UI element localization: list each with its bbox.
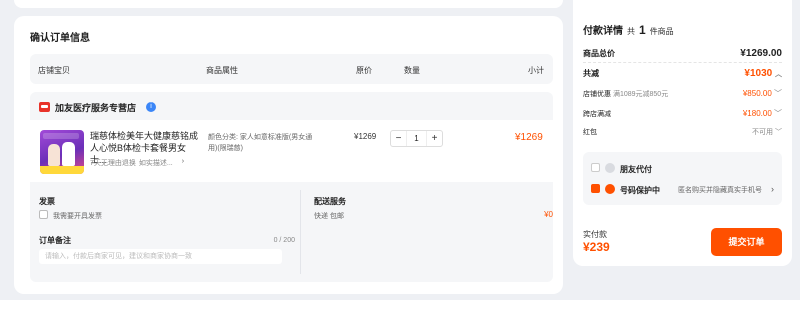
header-attributes: 商品属性 (206, 66, 238, 75)
increase-quantity-button[interactable]: + (427, 131, 442, 146)
shop-header[interactable]: 加友医疗服务专营店 i (39, 100, 157, 114)
service-tag-more: 如实描述... (138, 160, 173, 167)
delivery-price: ¥0 (544, 210, 553, 219)
red-packet-value: 不可用 ﹀ (752, 129, 782, 136)
invoice-option-label[interactable]: 我需要开具发票 (53, 211, 102, 221)
header-quantity: 数量 (404, 66, 420, 75)
product-image-person (62, 142, 75, 166)
divider (300, 190, 301, 274)
friend-pay-label[interactable]: 朋友代付 (620, 164, 652, 175)
payment-options: 朋友代付 号码保护中 匿名购买并隐藏真实手机号 › (583, 152, 782, 205)
payment-summary-panel: 付款详情 共 1 件商品 商品总价 ¥1269.00 共减 ¥1030 ︿ 店铺… (573, 0, 792, 266)
product-image[interactable] (40, 130, 84, 174)
shop-discount-value: ¥850.00 ﹀ (742, 89, 782, 98)
item-count-suffix: 件商品 (649, 27, 674, 36)
order-note-input[interactable]: 请输入，付款后商家可见，建议和商家协商一致 (39, 249, 282, 264)
chevron-up-icon: ︿ (775, 71, 782, 78)
invoice-note-section: 发票 我需要开具发票 订单备注 0 / 200 请输入，付款后商家可见，建议和商… (30, 190, 295, 282)
delivery-section: 配送服务 快递 包邮 ¥0 (305, 190, 553, 282)
order-card: 确认订单信息 店铺宝贝 商品属性 原价 数量 小计 加友医疗服务专营店 i 瑞慈… (14, 16, 563, 294)
header-subtotal: 小计 (528, 66, 544, 75)
chevron-right-icon: › (181, 158, 185, 165)
shield-icon (605, 184, 615, 194)
divider (583, 62, 782, 63)
item-count-prefix: 共 (627, 27, 635, 36)
quantity-input[interactable]: 1 (406, 131, 427, 146)
note-char-count: 0 / 200 (273, 237, 295, 244)
cross-shop-discount-value: ¥180.00 ﹀ (742, 109, 782, 118)
header-original-price: 原价 (356, 66, 372, 75)
chevron-right-icon[interactable]: › (771, 184, 774, 194)
product-image-person (48, 144, 60, 166)
total-price-label: 商品总价 (583, 49, 615, 58)
invoice-checkbox[interactable] (39, 210, 48, 219)
product-image-tag (40, 166, 84, 174)
discount-total-value: ¥1030 ︿ (744, 68, 782, 79)
note-title: 订单备注 (39, 236, 71, 245)
cross-shop-discount-label: 跨店满减 (583, 110, 611, 118)
friend-pay-checkbox[interactable] (591, 163, 600, 172)
pay-label: 实付款 (583, 230, 607, 239)
shop-discount-note: 满1089元减850元 (612, 90, 669, 98)
discount-total-row[interactable]: 共减 ¥1030 ︿ (583, 68, 782, 79)
delivery-title: 配送服务 (314, 197, 346, 206)
order-title: 确认订单信息 (30, 33, 90, 44)
privacy-label[interactable]: 号码保护中 (620, 185, 660, 196)
quantity-stepper: − 1 + (390, 130, 443, 147)
original-price: ¥1269 (354, 132, 377, 141)
privacy-checkbox[interactable] (591, 184, 600, 193)
total-price-value: ¥1269.00 (740, 48, 782, 59)
chevron-down-icon: ﹀ (774, 89, 782, 98)
chevron-down-icon: ﹀ (775, 129, 782, 136)
invoice-title: 发票 (39, 197, 55, 206)
shop-info-icon[interactable]: i (146, 102, 157, 112)
product-image-header (43, 133, 79, 139)
red-packet-label: 红包 (583, 129, 597, 136)
shop-discount-label: 店铺优惠 满1089元减850元 (583, 90, 669, 98)
service-tag: 7天无理由退换 (90, 160, 136, 167)
shop-block: 加友医疗服务专营店 i 瑞慈体检美年大健康慈铭成人心悦B体检卡套餐男女士... … (30, 92, 553, 282)
delivery-method: 快递 包邮 (314, 213, 344, 220)
summary-title: 付款详情 (583, 26, 623, 37)
footer-area (0, 300, 800, 335)
chevron-down-icon: ﹀ (774, 109, 782, 118)
shop-discount-row[interactable]: 店铺优惠 满1089元减850元 ¥850.00 ﹀ (583, 88, 782, 99)
discount-total-label: 共减 (583, 69, 599, 78)
item-subtotal: ¥1269 (515, 132, 543, 143)
item-count: 1 (639, 23, 646, 37)
decrease-quantity-button[interactable]: − (391, 131, 406, 146)
product-attributes: 颜色分类: 家人如意标准版(男女通用)(限瑞慈) (208, 134, 313, 152)
store-icon (39, 102, 50, 112)
submit-order-button[interactable]: 提交订单 (711, 228, 782, 256)
privacy-description[interactable]: 匿名购买并隐藏真实手机号 (678, 185, 762, 195)
red-packet-row[interactable]: 红包 不可用 ﹀ (583, 127, 782, 137)
service-tags[interactable]: 7天无理由退换 如实描述... › (90, 158, 184, 168)
order-item: 瑞慈体检美年大健康慈铭成人心悦B体检卡套餐男女士... 7天无理由退换 如实描述… (30, 120, 553, 182)
summary-header: 付款详情 共 1 件商品 (583, 22, 674, 37)
table-header: 店铺宝贝 商品属性 原价 数量 小计 (30, 54, 553, 84)
pay-amount: ¥239 (583, 240, 610, 254)
total-price-row: 商品总价 ¥1269.00 (583, 48, 782, 59)
friend-pay-icon (605, 163, 615, 173)
shop-name[interactable]: 加友医疗服务专营店 (55, 101, 136, 114)
header-shop-item: 店铺宝贝 (38, 66, 70, 75)
previous-card-edge (14, 0, 563, 8)
cross-shop-discount-row[interactable]: 跨店满减 ¥180.00 ﹀ (583, 108, 782, 119)
